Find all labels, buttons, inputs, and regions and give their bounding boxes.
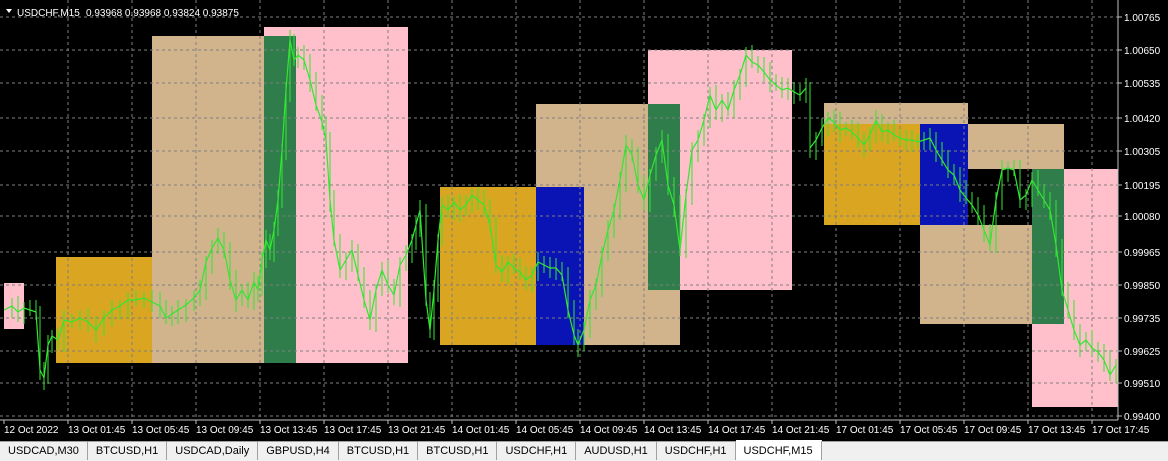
chart-tab[interactable]: BTCUSD,H1 xyxy=(88,442,168,460)
time-label: 12 Oct 2022 xyxy=(4,425,59,436)
time-label: 14 Oct 21:45 xyxy=(772,425,830,436)
price-zone xyxy=(152,36,264,363)
price-label: 1.00080 xyxy=(1124,212,1161,223)
time-label: 14 Oct 01:45 xyxy=(452,425,510,436)
price-zone xyxy=(264,36,296,363)
time-label: 13 Oct 21:45 xyxy=(388,425,446,436)
chart-header: USDCHF,M15 0.93968 0.93968 0.93824 0.938… xyxy=(6,8,239,19)
chart-tab[interactable]: BTCUSD,H1 xyxy=(339,442,419,460)
price-label: 0.99510 xyxy=(1124,379,1161,390)
price-zone xyxy=(648,104,680,290)
price-label: 1.00305 xyxy=(1124,147,1161,158)
chart-tab[interactable]: USDCAD,Daily xyxy=(167,442,259,460)
price-zone xyxy=(1032,324,1064,407)
time-label: 13 Oct 13:45 xyxy=(260,425,318,436)
chart-tab[interactable]: AUDUSD,H1 xyxy=(576,442,657,460)
time-label: 17 Oct 17:45 xyxy=(1092,425,1150,436)
time-label: 17 Oct 01:45 xyxy=(836,425,894,436)
price-zone xyxy=(968,124,1064,169)
price-zone xyxy=(680,104,792,290)
price-label: 0.99625 xyxy=(1124,347,1161,358)
price-label: 1.00535 xyxy=(1124,79,1161,90)
chart-tab[interactable]: USDCHF,M15 xyxy=(735,440,822,460)
time-label: 17 Oct 05:45 xyxy=(900,425,958,436)
price-label: 1.00420 xyxy=(1124,114,1161,125)
price-zone xyxy=(920,225,1032,324)
time-label: 17 Oct 13:45 xyxy=(1028,425,1086,436)
time-label: 14 Oct 17:45 xyxy=(708,425,766,436)
chart-tab-bar: USDCAD,M30 BTCUSD,H1 USDCAD,Daily GBPUSD,H4… xyxy=(0,440,1168,461)
price-zone xyxy=(296,27,408,363)
price-label: 1.00765 xyxy=(1124,13,1161,24)
time-label: 13 Oct 05:45 xyxy=(132,425,190,436)
price-label: 1.00650 xyxy=(1124,46,1161,57)
time-label: 14 Oct 05:45 xyxy=(516,425,574,436)
chart-tab[interactable]: BTCUSD,H1 xyxy=(418,442,498,460)
time-label: 17 Oct 09:45 xyxy=(964,425,1022,436)
chart-tab[interactable]: USDCHF,H1 xyxy=(657,442,736,460)
price-label: 0.99965 xyxy=(1124,248,1161,259)
price-label: 1.00195 xyxy=(1124,181,1161,192)
time-label: 14 Oct 09:45 xyxy=(580,425,638,436)
price-zone xyxy=(536,104,648,187)
price-zone xyxy=(4,283,24,329)
price-zone xyxy=(824,103,968,124)
header-ohlc: 0.93968 0.93968 0.93824 0.93875 xyxy=(86,8,239,19)
chart-tab[interactable]: USDCHF,H1 xyxy=(497,442,577,460)
price-zone xyxy=(1032,169,1064,324)
price-zone xyxy=(536,187,584,345)
time-label: 13 Oct 09:45 xyxy=(196,425,254,436)
price-chart[interactable]: 1.00765 1.00650 1.00535 1.00420 1.00305 1.001… xyxy=(0,0,1168,441)
time-label: 13 Oct 17:45 xyxy=(324,425,382,436)
time-label: 14 Oct 13:45 xyxy=(644,425,702,436)
time-label: 13 Oct 01:45 xyxy=(68,425,126,436)
chart-tab[interactable]: GBPUSD,H4 xyxy=(258,442,339,460)
header-symbol: USDCHF,M15 xyxy=(17,8,80,19)
chart-tab[interactable]: USDCAD,M30 xyxy=(0,442,88,460)
price-label: 0.99735 xyxy=(1124,314,1161,325)
price-label: 0.99400 xyxy=(1124,412,1161,423)
price-label: 0.99850 xyxy=(1124,281,1161,292)
